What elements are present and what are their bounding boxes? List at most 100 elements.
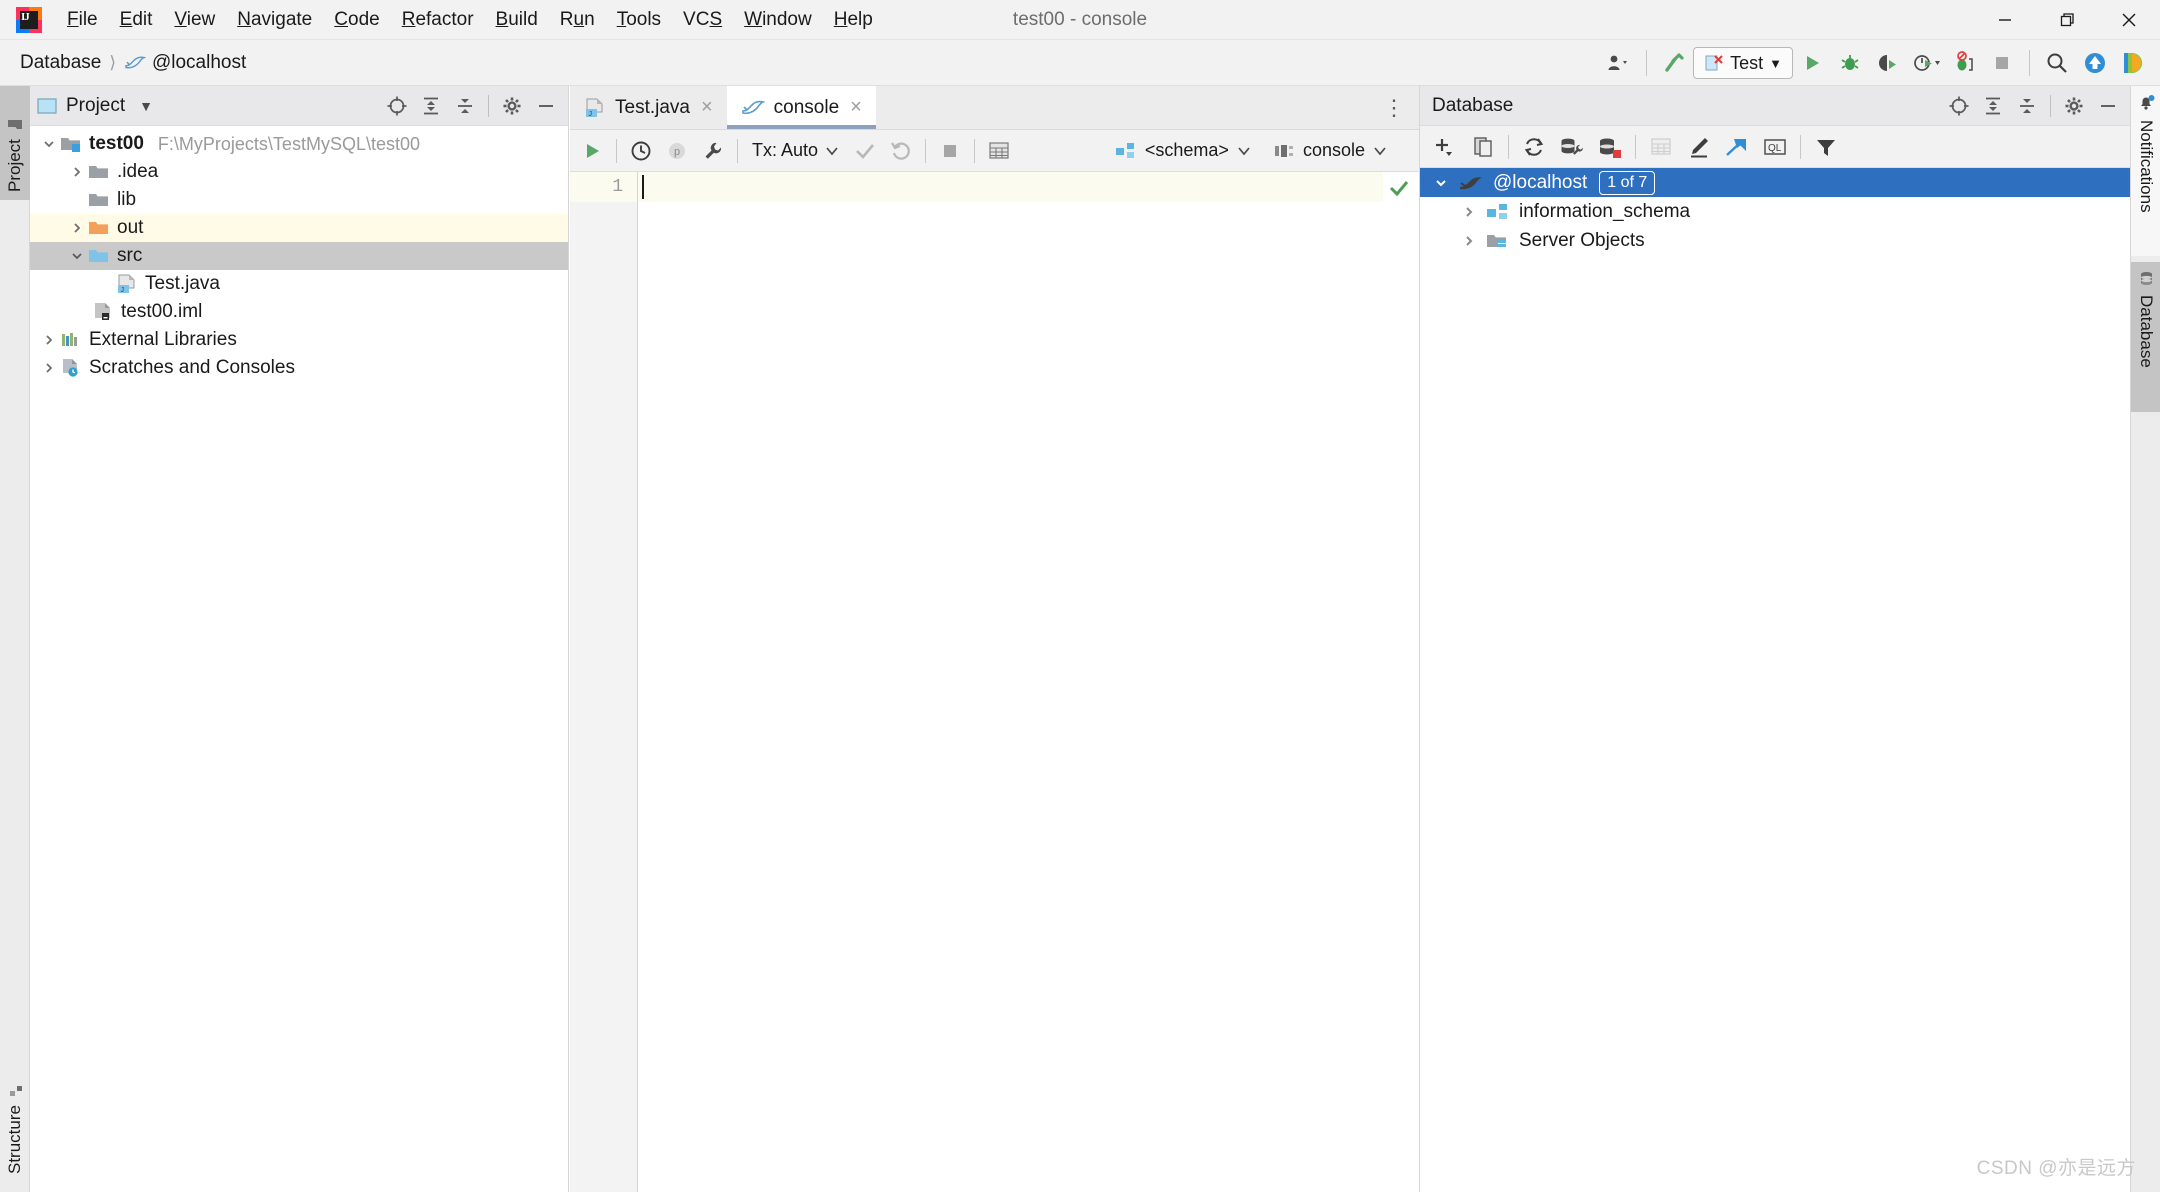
menu-build[interactable]: Build <box>485 6 549 33</box>
transaction-mode-selector[interactable]: Tx: Auto <box>744 136 847 165</box>
chevron-down-icon[interactable] <box>38 137 60 151</box>
minimize-button[interactable] <box>1974 0 2036 40</box>
user-dropdown-icon[interactable] <box>1600 44 1638 82</box>
menu-run[interactable]: Run <box>549 6 606 33</box>
tree-row-test00[interactable]: test00 F:\MyProjects\TestMySQL\test00 <box>30 130 568 158</box>
menu-view[interactable]: View <box>163 6 226 33</box>
hammer-build-icon[interactable] <box>1655 44 1693 82</box>
add-datasource-icon[interactable] <box>1426 130 1464 164</box>
ide-icon[interactable] <box>2114 44 2152 82</box>
refresh-icon[interactable] <box>1515 130 1553 164</box>
run-query-icon[interactable] <box>574 134 610 168</box>
tree-row-src[interactable]: src <box>30 242 568 270</box>
chevron-right-icon[interactable] <box>1458 233 1480 249</box>
search-everywhere-icon[interactable] <box>2038 44 2076 82</box>
locate-icon[interactable] <box>1943 90 1975 122</box>
profile-button[interactable] <box>1907 44 1945 82</box>
tree-row-test00-iml[interactable]: test00.iml <box>30 298 568 326</box>
menu-help[interactable]: Help <box>823 6 884 33</box>
project-view-dropdown[interactable]: ▼ <box>139 98 153 114</box>
chevron-right-icon[interactable] <box>66 165 88 179</box>
menu-vcs[interactable]: VCS <box>672 6 733 33</box>
close-icon[interactable]: × <box>850 96 862 119</box>
db-row-localhost[interactable]: @localhost 1 of 7 <box>1420 168 2130 197</box>
hide-panel-icon[interactable] <box>530 90 562 122</box>
tree-row-out[interactable]: out <box>30 214 568 242</box>
tree-row-lib[interactable]: lib <box>30 186 568 214</box>
close-button[interactable] <box>2098 0 2160 40</box>
sidebar-item-notifications[interactable]: Notifications <box>2131 86 2160 256</box>
datasource-properties-icon[interactable] <box>1553 130 1591 164</box>
open-table-icon[interactable] <box>981 134 1017 168</box>
chevron-down-icon[interactable] <box>66 249 88 263</box>
menu-edit[interactable]: Edit <box>109 6 164 33</box>
duplicate-icon[interactable] <box>1464 130 1502 164</box>
run-button[interactable] <box>1793 44 1831 82</box>
settings-gear-icon[interactable] <box>2058 90 2090 122</box>
expand-all-icon[interactable] <box>415 90 447 122</box>
db-row-information-schema[interactable]: information_schema <box>1420 197 2130 226</box>
code-editor[interactable]: 1 <box>570 172 1419 1192</box>
stop-button[interactable] <box>1983 44 2021 82</box>
open-table-icon[interactable] <box>1642 130 1680 164</box>
run-with-coverage-button[interactable] <box>1869 44 1907 82</box>
debug-button[interactable] <box>1831 44 1869 82</box>
sidebar-item-structure[interactable]: Structure <box>0 1060 30 1182</box>
wrench-icon[interactable] <box>695 134 731 168</box>
edit-data-icon[interactable] <box>1680 130 1718 164</box>
tree-row-test-java[interactable]: J Test.java <box>30 270 568 298</box>
schema-selector[interactable]: <schema> <box>1107 136 1259 165</box>
database-panel-header: Database <box>1420 86 2130 126</box>
inspection-gutter[interactable] <box>1383 172 1419 1192</box>
db-row-server-objects[interactable]: Server Objects <box>1420 226 2130 255</box>
run-configuration-selector[interactable]: Test ▼ <box>1693 47 1793 79</box>
tree-row-idea[interactable]: .idea <box>30 158 568 186</box>
close-icon[interactable]: × <box>701 96 713 119</box>
menu-file[interactable]: FFileile <box>56 6 109 33</box>
hide-panel-icon[interactable] <box>2092 90 2124 122</box>
chevron-right-icon[interactable] <box>1458 204 1480 220</box>
session-selector[interactable]: console <box>1265 136 1395 165</box>
parameters-icon[interactable]: p <box>659 134 695 168</box>
breadcrumb-localhost[interactable]: @localhost <box>118 49 252 77</box>
menu-window[interactable]: Window <box>733 6 823 33</box>
chevron-right-icon[interactable] <box>38 333 60 347</box>
chevron-down-icon[interactable] <box>1430 175 1452 191</box>
history-clock-icon[interactable] <box>623 134 659 168</box>
tab-console[interactable]: console × <box>727 86 876 129</box>
chevron-right-icon[interactable] <box>38 361 60 375</box>
query-console-icon[interactable]: QL <box>1756 130 1794 164</box>
divider <box>974 139 975 163</box>
ok-check-icon[interactable] <box>1387 177 1411 199</box>
sidebar-item-project[interactable]: Project <box>0 86 30 200</box>
editor-gutter[interactable]: 1 <box>570 172 638 1192</box>
settings-gear-icon[interactable] <box>496 90 528 122</box>
menu-code[interactable]: Code <box>323 6 390 33</box>
tab-test-java[interactable]: J Test.java × <box>570 86 727 129</box>
maximize-restore-button[interactable] <box>2036 0 2098 40</box>
tree-row-scratches[interactable]: Scratches and Consoles <box>30 354 568 382</box>
module-folder-icon <box>60 135 82 153</box>
rollback-icon[interactable] <box>883 134 919 168</box>
menu-tools[interactable]: Tools <box>606 6 672 33</box>
sidebar-item-database[interactable]: Database <box>2131 262 2160 412</box>
divider <box>2050 95 2051 117</box>
jump-to-editor-icon[interactable] <box>1718 130 1756 164</box>
menu-refactor[interactable]: Refactor <box>391 6 485 33</box>
update-project-icon[interactable] <box>2076 44 2114 82</box>
attach-debugger-icon[interactable] <box>1945 44 1983 82</box>
menu-navigate[interactable]: Navigate <box>226 6 323 33</box>
stop-icon[interactable] <box>932 134 968 168</box>
collapse-all-icon[interactable] <box>2011 90 2043 122</box>
breadcrumb-database[interactable]: Database <box>14 49 107 77</box>
locate-file-icon[interactable] <box>381 90 413 122</box>
commit-check-icon[interactable] <box>847 134 883 168</box>
collapse-all-icon[interactable] <box>449 90 481 122</box>
expand-all-icon[interactable] <box>1977 90 2009 122</box>
tree-row-external-libraries[interactable]: External Libraries <box>30 326 568 354</box>
disconnect-icon[interactable] <box>1591 130 1629 164</box>
code-text-area[interactable] <box>638 172 1419 1192</box>
chevron-right-icon[interactable] <box>66 221 88 235</box>
tab-overflow-menu[interactable]: ⋮ <box>1369 86 1419 129</box>
filter-icon[interactable] <box>1807 130 1845 164</box>
